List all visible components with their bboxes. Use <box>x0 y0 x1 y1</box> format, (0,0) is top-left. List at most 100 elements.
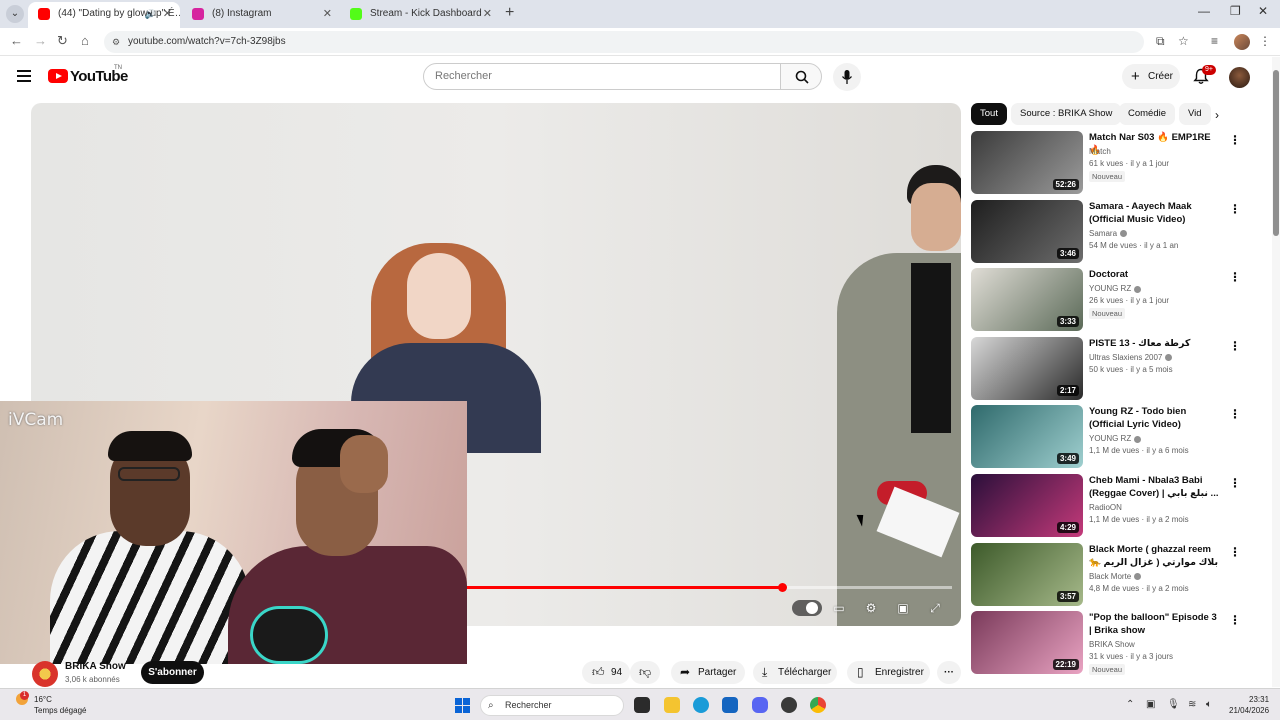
recommendation-item[interactable]: 22:19 "Pop the balloon" Episode 3 | Brika… <box>971 611 1241 676</box>
tab-close-icon[interactable]: ✕ <box>163 2 172 26</box>
browser-menu-icon[interactable]: ⋮ <box>1259 34 1271 48</box>
recommendation-item[interactable]: 52:26 Match Nar S03 🔥 EMP1RE 🔥 Match 61 k v… <box>971 131 1241 195</box>
subtitles-icon[interactable]: ▭ <box>828 599 850 617</box>
home-icon[interactable]: ⌂ <box>81 33 89 48</box>
chevron-right-icon[interactable]: › <box>1215 108 1219 122</box>
weather-widget[interactable]: 16°C Temps dégagé <box>34 694 86 716</box>
more-options-icon[interactable]: ⋮ <box>1229 613 1241 627</box>
forward-icon[interactable]: → <box>34 33 47 48</box>
tab-kick[interactable]: Stream - Kick Dashboard ✕ <box>340 2 500 28</box>
chip-all[interactable]: Tout <box>971 103 1007 125</box>
tab-search-button[interactable]: ⌄ <box>6 5 24 23</box>
like-button[interactable]: 👍︎ 94 <box>582 661 630 684</box>
more-options-icon[interactable]: ⋮ <box>1229 270 1241 284</box>
video-thumbnail[interactable]: 3:49 <box>971 405 1083 469</box>
video-thumbnail[interactable]: 52:26 <box>971 131 1083 194</box>
recommendation-item[interactable]: 3:49 Young RZ - Todo bien (Official Lyric… <box>971 405 1241 469</box>
video-channel[interactable]: Match <box>1089 147 1111 156</box>
chip-comedy[interactable]: Comédie <box>1119 103 1176 125</box>
autoplay-toggle[interactable] <box>792 600 822 616</box>
channel-avatar[interactable] <box>32 661 58 687</box>
video-channel[interactable]: Samara <box>1089 229 1128 238</box>
save-button[interactable]: ▯ Enregistrer <box>847 661 930 684</box>
chip-source-channel[interactable]: Source : BRIKA Show <box>1011 103 1122 125</box>
video-thumbnail[interactable]: 3:46 <box>971 199 1083 263</box>
file-explorer-icon[interactable] <box>664 697 680 713</box>
reload-icon[interactable]: ↻ <box>57 33 68 49</box>
more-actions-button[interactable]: ··· <box>937 661 961 684</box>
create-button[interactable]: + Créer <box>1122 64 1180 89</box>
more-options-icon[interactable]: ⋮ <box>1229 202 1241 216</box>
search-input[interactable]: Rechercher <box>423 63 781 90</box>
close-window-icon[interactable]: ✕ <box>1258 4 1268 18</box>
more-options-icon[interactable]: ⋮ <box>1229 476 1241 490</box>
tray-app-icon[interactable]: ▣ <box>1146 699 1155 710</box>
video-thumbnail[interactable]: 4:29 <box>971 474 1083 537</box>
video-title[interactable]: Cheb Mami - Nbala3 Babi (Reggae Cover) |… <box>1089 474 1221 500</box>
fullscreen-icon[interactable]: ⤢ <box>924 599 946 617</box>
back-icon[interactable]: ← <box>10 33 23 48</box>
video-title[interactable]: Young RZ - Todo bien (Official Lyric Vid… <box>1089 405 1221 431</box>
microphone-icon[interactable]: 🎙︎ <box>1167 699 1180 710</box>
video-thumbnail[interactable]: 3:57 <box>971 542 1083 606</box>
recommendation-item[interactable]: 2:17 PISTE 13 - كرطة معاك Ultras Slaxiens … <box>971 336 1241 401</box>
settings-gear-icon[interactable]: ⚙ <box>860 599 882 617</box>
new-tab-button[interactable]: + <box>505 4 514 22</box>
dislike-button[interactable]: 👎︎ <box>630 661 660 684</box>
browser-profile-avatar[interactable] <box>1234 34 1250 50</box>
tab-youtube[interactable]: (44) "Dating by glow up" É… 🔊 ✕ <box>28 2 180 28</box>
voice-search-button[interactable] <box>833 63 861 91</box>
video-channel[interactable]: BRIKA Show <box>1089 640 1135 649</box>
maximize-icon[interactable]: ❐ <box>1230 4 1241 18</box>
video-thumbnail[interactable]: 2:17 <box>971 336 1083 400</box>
search-button[interactable] <box>780 63 822 90</box>
video-title[interactable]: "Pop the balloon" Episode 3 | Brika show <box>1089 611 1221 637</box>
tray-overflow-icon[interactable]: ⌃ <box>1126 699 1134 710</box>
discord-icon[interactable] <box>752 697 768 713</box>
video-channel[interactable]: RadioON <box>1089 503 1122 512</box>
tab-close-icon[interactable]: ✕ <box>323 2 332 26</box>
chip-videos[interactable]: Vid <box>1179 103 1211 125</box>
video-thumbnail[interactable]: 22:19 <box>971 611 1083 675</box>
tab-close-icon[interactable]: ✕ <box>483 2 492 26</box>
windows-start-icon[interactable] <box>455 698 470 713</box>
chrome-icon[interactable] <box>810 697 826 713</box>
more-options-icon[interactable]: ⋮ <box>1229 339 1241 353</box>
edge-browser-icon[interactable] <box>693 697 709 713</box>
address-bar[interactable]: ⚙ youtube.com/watch?v=7ch-3Z98jbs <box>104 31 1144 53</box>
video-channel[interactable]: Black Morte <box>1089 572 1142 581</box>
task-view-icon[interactable] <box>634 697 650 713</box>
video-channel[interactable]: YOUNG RZ <box>1089 434 1142 443</box>
recommendation-item[interactable]: 4:29 Cheb Mami - Nbala3 Babi (Reggae Cove… <box>971 474 1241 538</box>
recommendation-item[interactable]: 3:33 Doctorat YOUNG RZ 26 k vues · il y a 1… <box>971 268 1241 332</box>
account-avatar[interactable] <box>1229 67 1250 88</box>
video-title[interactable]: Samara - Aayech Maak (Official Music Vid… <box>1089 200 1221 226</box>
guide-menu-icon[interactable] <box>17 70 31 82</box>
video-title[interactable]: Doctorat <box>1089 268 1221 281</box>
store-icon[interactable] <box>722 697 738 713</box>
subscribe-button[interactable]: S'abonner <box>141 661 204 684</box>
share-button[interactable]: ➦ Partager <box>671 661 745 684</box>
progress-scrubber-handle[interactable] <box>777 583 787 592</box>
system-clock[interactable]: 23:31 21/04/2026 <box>1229 694 1269 716</box>
site-info-icon[interactable]: ⚙ <box>112 31 120 53</box>
steam-icon[interactable] <box>781 697 797 713</box>
more-options-icon[interactable]: ⋮ <box>1229 545 1241 559</box>
volume-icon[interactable]: 🔈︎ <box>1206 699 1212 710</box>
bookmark-star-icon[interactable]: ☆ <box>1178 34 1189 48</box>
video-thumbnail[interactable]: 3:33 <box>971 268 1083 332</box>
more-options-icon[interactable]: ⋮ <box>1229 133 1241 147</box>
channel-name[interactable]: BRIKA Show <box>65 661 126 672</box>
tab-audio-icon[interactable]: 🔊 <box>145 2 156 26</box>
video-channel[interactable]: Ultras Slaxiens 2007 <box>1089 353 1173 362</box>
taskbar-search[interactable]: ⌕ Rechercher <box>480 695 624 716</box>
wifi-icon[interactable]: ≋ <box>1188 699 1196 710</box>
minimize-icon[interactable]: — <box>1198 4 1210 18</box>
more-options-icon[interactable]: ⋮ <box>1229 407 1241 421</box>
video-channel[interactable]: YOUNG RZ <box>1089 284 1142 293</box>
youtube-logo-icon[interactable] <box>48 69 68 83</box>
reading-list-icon[interactable]: ≡ <box>1211 34 1218 48</box>
page-scrollbar-thumb[interactable] <box>1273 70 1279 236</box>
miniplayer-icon[interactable]: ▣ <box>892 599 914 617</box>
download-button[interactable]: ⤓ Télécharger <box>753 661 837 684</box>
